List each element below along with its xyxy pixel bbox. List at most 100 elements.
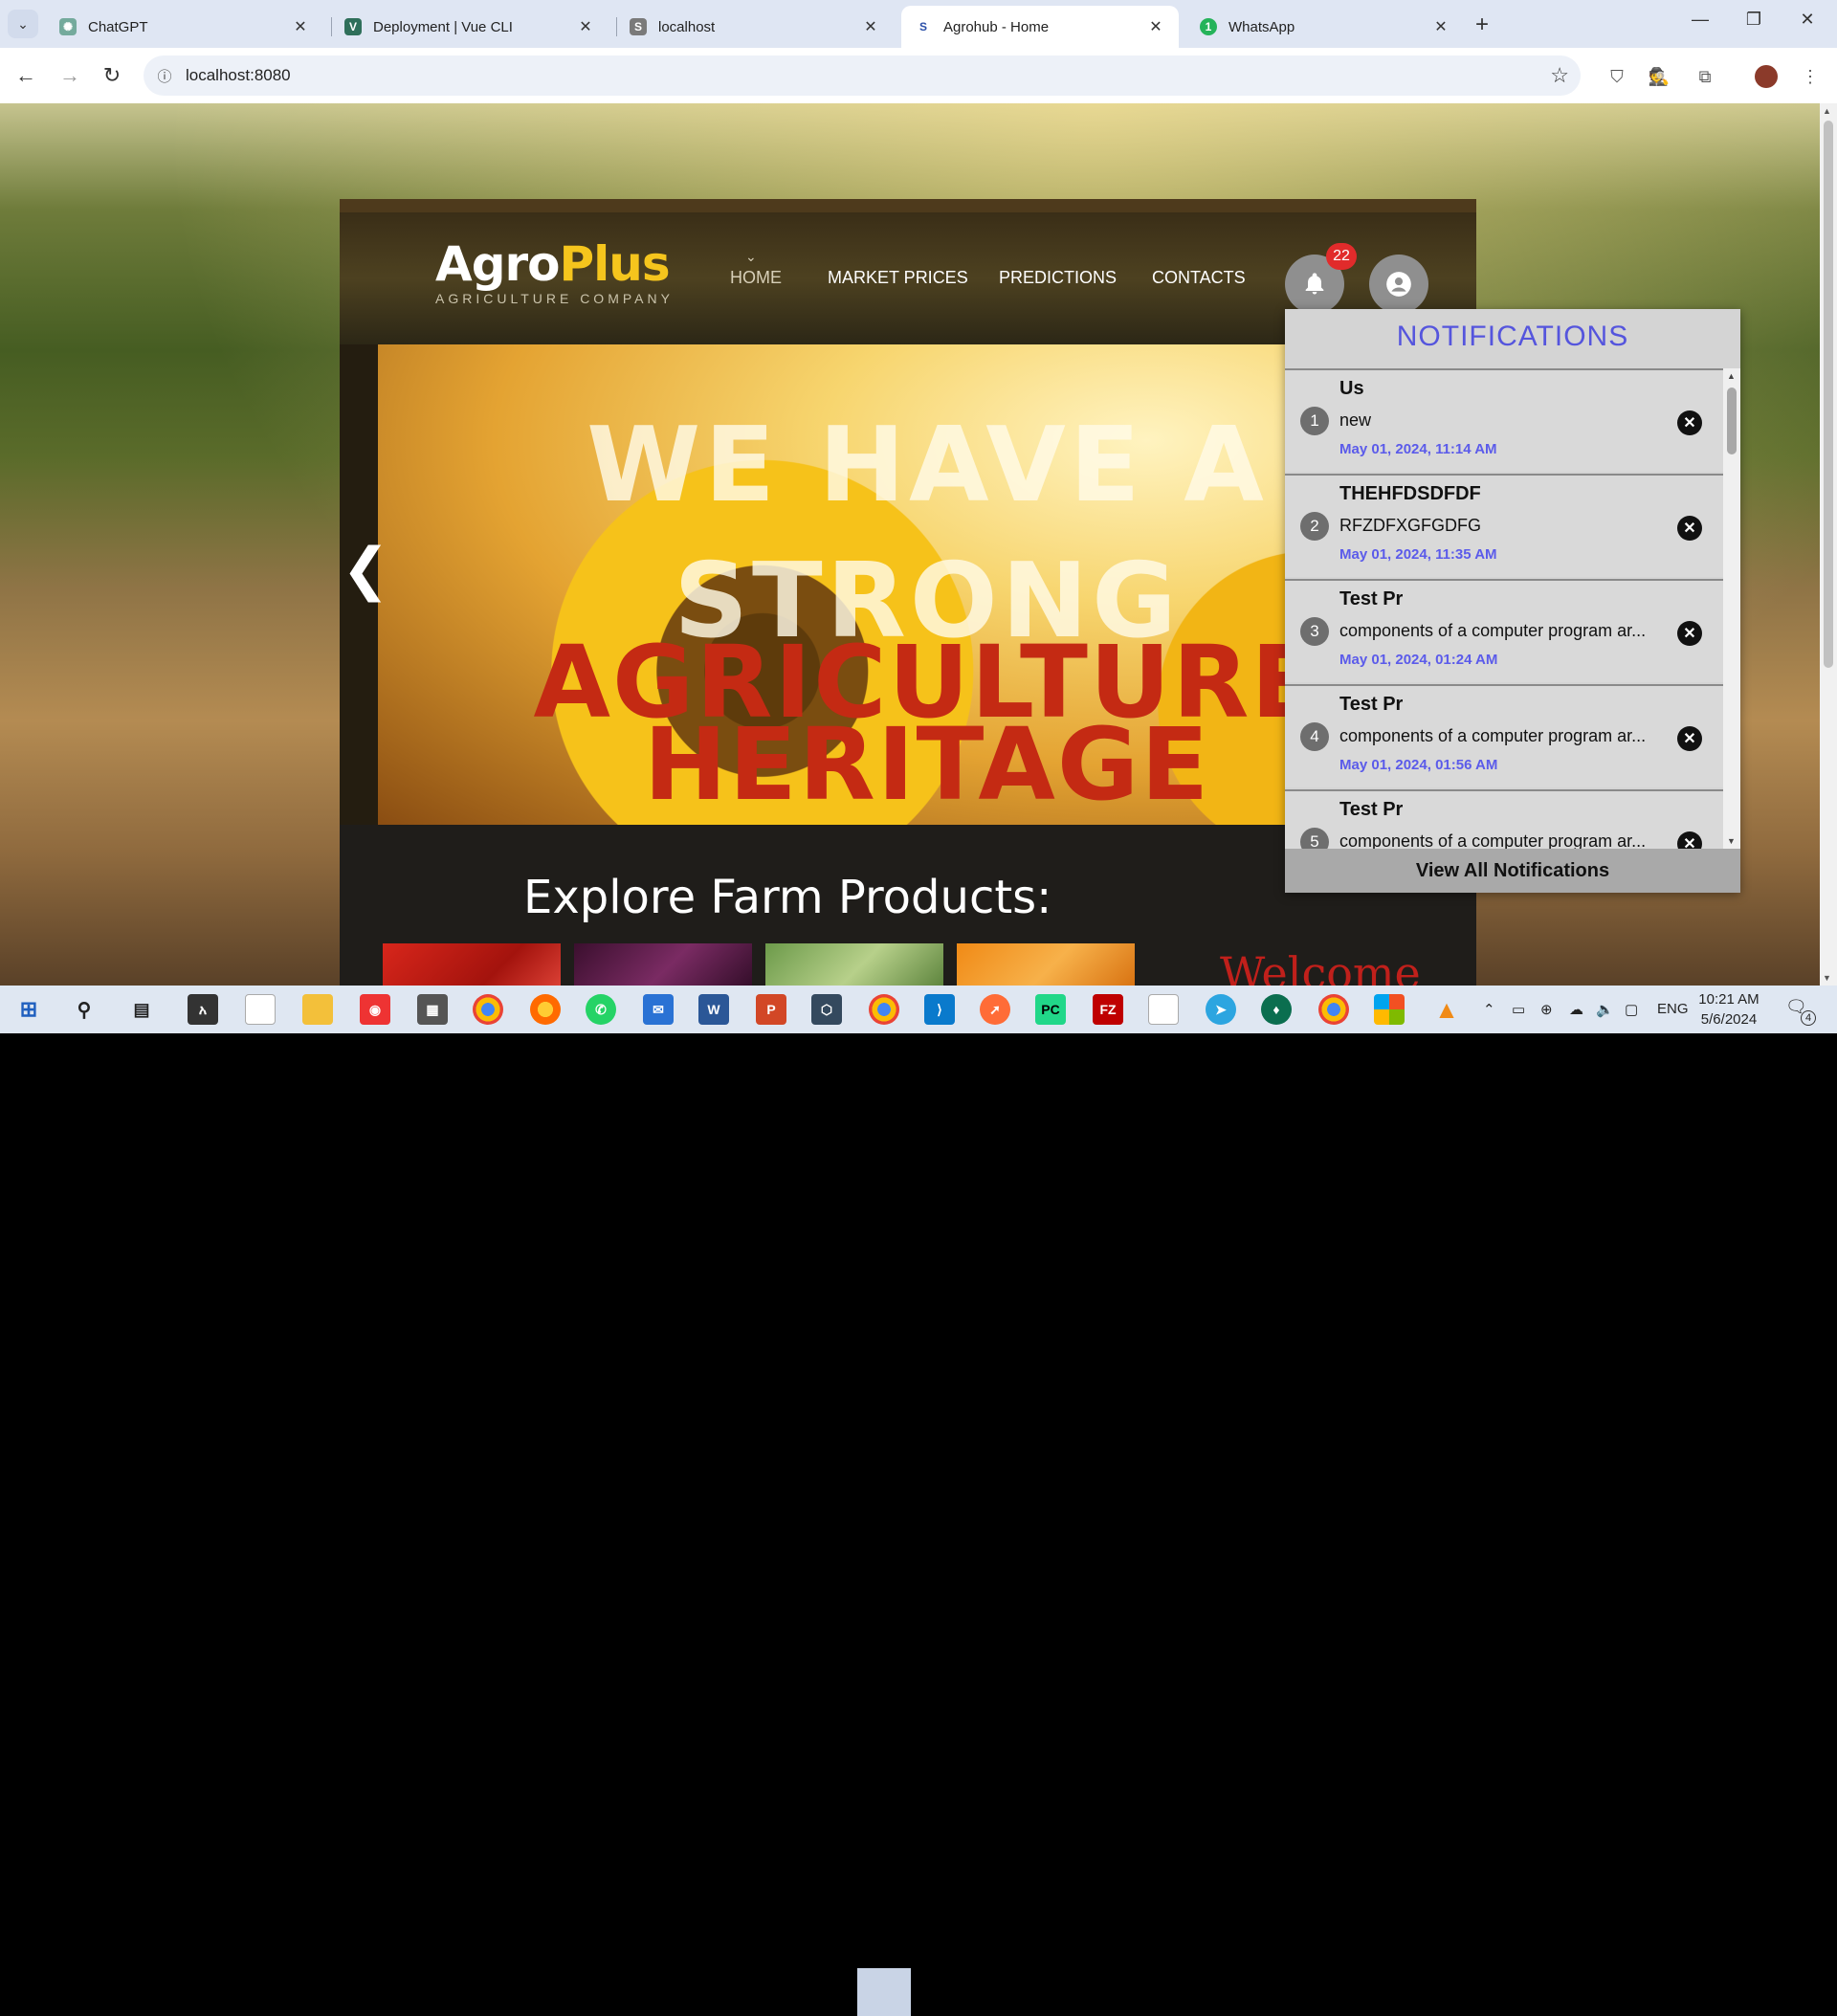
volume-icon[interactable]: 🔈	[1596, 1001, 1614, 1018]
user-account-button[interactable]	[1369, 255, 1428, 314]
notification-item[interactable]: 1 Us new May 01, 2024, 11:14 AM ✕	[1285, 368, 1723, 472]
tab-chatgpt[interactable]: ✺ ChatGPT ✕	[46, 6, 323, 48]
scroll-down-arrow-icon[interactable]: ▼	[1727, 836, 1736, 846]
shield-extension-icon[interactable]: ⛉	[1605, 65, 1628, 88]
site-favicon-icon: S	[915, 18, 932, 35]
battery-icon[interactable]: ▭	[1512, 1001, 1525, 1018]
recorder-app-icon[interactable]: ◉	[360, 994, 390, 1025]
notification-item[interactable]: 2 THEHFDSDFDF RFZDFXGFGDFG May 01, 2024,…	[1285, 474, 1723, 577]
profile-avatar[interactable]	[1755, 65, 1778, 88]
postman-icon[interactable]: ➚	[980, 994, 1010, 1025]
nav-contacts[interactable]: CONTACTS	[1152, 268, 1246, 288]
browser-menu-icon[interactable]: ⋮	[1799, 65, 1822, 88]
dismiss-notification-icon[interactable]: ✕	[1677, 621, 1702, 646]
product-eggplants-image[interactable]	[574, 943, 752, 986]
document-icon[interactable]	[1148, 994, 1179, 1025]
scrollbar-thumb[interactable]	[1824, 121, 1833, 668]
back-button[interactable]: ←	[11, 63, 40, 88]
firefox-icon[interactable]	[530, 994, 561, 1025]
vscode-icon[interactable]: ⟩	[924, 994, 955, 1025]
new-tab-button[interactable]: +	[1475, 11, 1489, 38]
file-explorer-icon[interactable]	[302, 994, 333, 1025]
tab-vue-cli[interactable]: V Deployment | Vue CLI ✕	[331, 6, 609, 48]
search-icon[interactable]: ⚲	[69, 994, 100, 1025]
logo-agro-text: Agro	[435, 236, 560, 292]
arrow-left-icon: ←	[15, 63, 36, 87]
extensions-puzzle-icon[interactable]: ⧉	[1693, 65, 1716, 88]
task-view-icon[interactable]: ▤	[126, 994, 157, 1025]
tab-whatsapp[interactable]: 1 WhatsApp ✕	[1186, 6, 1464, 48]
file-icon[interactable]	[245, 994, 276, 1025]
scroll-up-arrow-icon[interactable]: ▲	[1727, 371, 1736, 381]
forward-button[interactable]: →	[55, 63, 84, 88]
dismiss-notification-icon[interactable]: ✕	[1677, 831, 1702, 849]
vlc-icon[interactable]: ▲	[1431, 994, 1462, 1025]
close-icon[interactable]: ✕	[1431, 17, 1450, 36]
whatsapp-icon[interactable]: ✆	[586, 994, 616, 1025]
bookmark-star-icon[interactable]: ☆	[1550, 63, 1569, 88]
close-icon[interactable]: ✕	[291, 17, 310, 36]
colorful-app-icon[interactable]	[1374, 994, 1405, 1025]
tab-agrohub-home[interactable]: S Agrohub - Home ✕	[901, 6, 1179, 48]
tab-localhost[interactable]: S localhost ✕	[616, 6, 894, 48]
close-icon[interactable]: ✕	[861, 17, 880, 36]
scroll-down-arrow-icon[interactable]: ▼	[1823, 973, 1831, 983]
nav-predictions[interactable]: PREDICTIONS	[999, 268, 1117, 288]
filezilla-icon[interactable]: FZ	[1093, 994, 1123, 1025]
logo-wordmark: AgroPlus	[435, 237, 674, 291]
spy-extension-icon[interactable]: 🕵	[1648, 65, 1671, 88]
tab-search-button[interactable]: ⌄	[8, 10, 38, 38]
globe-icon[interactable]: ⊕	[1540, 1001, 1553, 1018]
chrome-profile-icon[interactable]	[869, 994, 899, 1025]
notification-item[interactable]: 4 Test Pr components of a computer progr…	[1285, 684, 1723, 787]
site-info-icon[interactable]: ⓘ	[144, 66, 186, 86]
notification-time: May 01, 2024, 11:14 AM	[1339, 441, 1497, 457]
address-bar[interactable]: ⓘ localhost:8080 ☆	[144, 55, 1581, 96]
powerpoint-icon[interactable]: P	[756, 994, 786, 1025]
dismiss-notification-icon[interactable]: ✕	[1677, 516, 1702, 541]
nav-market-prices[interactable]: MARKET PRICES	[828, 268, 968, 288]
page-scrollbar[interactable]: ▲ ▼	[1820, 103, 1837, 986]
dismiss-notification-icon[interactable]: ✕	[1677, 410, 1702, 435]
dismiss-notification-icon[interactable]: ✕	[1677, 726, 1702, 751]
restore-button[interactable]: ❐	[1732, 10, 1776, 30]
mongodb-compass-icon[interactable]: ♦	[1261, 994, 1292, 1025]
agroplus-logo[interactable]: AgroPlus AGRICULTURE COMPANY	[435, 237, 674, 306]
ethiopic-keyboard-icon[interactable]: አ	[188, 994, 218, 1025]
action-center-button[interactable]: 🗨 4	[1785, 997, 1816, 1026]
notification-item[interactable]: 3 Test Pr components of a computer progr…	[1285, 579, 1723, 682]
telegram-icon[interactable]: ➤	[1206, 994, 1236, 1025]
slider-prev-arrow-icon[interactable]: ❮	[342, 536, 389, 622]
close-icon[interactable]: ✕	[1146, 17, 1165, 36]
close-icon[interactable]: ✕	[576, 17, 595, 36]
nav-home[interactable]: HOME	[730, 268, 782, 288]
notification-title: Us	[1339, 378, 1364, 399]
chrome-alt-icon[interactable]	[1318, 994, 1349, 1025]
pycharm-icon[interactable]: PC	[1035, 994, 1066, 1025]
mail-icon[interactable]: ✉	[643, 994, 674, 1025]
close-window-button[interactable]: ✕	[1785, 10, 1829, 30]
product-cabbage-image[interactable]	[765, 943, 943, 986]
calculator-icon[interactable]: ▦	[417, 994, 448, 1025]
word-icon[interactable]: W	[698, 994, 729, 1025]
chrome-icon[interactable]	[473, 994, 503, 1025]
notifications-scrollbar[interactable]: ▲ ▼	[1723, 368, 1740, 849]
network-icon[interactable]: ☁	[1569, 1001, 1583, 1018]
windows-start-icon[interactable]: ⊞	[13, 994, 44, 1025]
tab-title: Agrohub - Home	[943, 18, 1050, 35]
scrollbar-thumb[interactable]	[1727, 388, 1737, 454]
language-indicator[interactable]: ENG	[1657, 1001, 1689, 1017]
virtualbox-icon[interactable]: ⬡	[811, 994, 842, 1025]
reload-button[interactable]: ↻	[98, 63, 126, 88]
minimize-button[interactable]: —	[1678, 10, 1722, 30]
product-oranges-image[interactable]	[957, 943, 1135, 986]
product-tomatoes-image[interactable]	[383, 943, 561, 986]
show-hidden-icons-chevron-icon[interactable]: ⌃	[1483, 1001, 1495, 1018]
notification-item[interactable]: 5 Test Pr components of a computer progr…	[1285, 789, 1723, 849]
system-clock[interactable]: 10:21 AM 5/6/2024	[1693, 989, 1764, 1030]
url-text[interactable]: localhost:8080	[186, 66, 291, 85]
notification-number: 4	[1300, 722, 1329, 751]
scroll-up-arrow-icon[interactable]: ▲	[1823, 106, 1831, 116]
meet-now-icon[interactable]: ▢	[1625, 1001, 1638, 1018]
view-all-notifications-button[interactable]: View All Notifications	[1285, 849, 1740, 893]
